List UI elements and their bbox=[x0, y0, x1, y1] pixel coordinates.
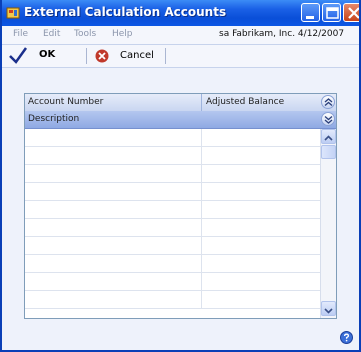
column-divider bbox=[201, 94, 202, 111]
minimize-button[interactable] bbox=[301, 3, 320, 22]
table-row[interactable] bbox=[25, 183, 320, 201]
table-row[interactable] bbox=[25, 165, 320, 183]
grid-header-row: Account Number Adjusted Balance bbox=[25, 94, 336, 112]
toolbar: OK Cancel bbox=[2, 45, 359, 68]
title-bar[interactable]: External Calculation Accounts bbox=[2, 0, 359, 26]
scroll-down-icon bbox=[324, 308, 333, 314]
collapse-button[interactable] bbox=[321, 95, 335, 109]
grid-header-row-2: Description bbox=[25, 111, 336, 129]
maximize-button[interactable] bbox=[322, 3, 341, 22]
table-row[interactable] bbox=[25, 273, 320, 291]
table-row[interactable] bbox=[25, 291, 320, 309]
toolbar-separator bbox=[165, 48, 166, 64]
table-row[interactable] bbox=[25, 219, 320, 237]
menu-help[interactable]: Help bbox=[112, 29, 133, 39]
grid-body bbox=[25, 129, 320, 318]
column-header-account-number[interactable]: Account Number bbox=[28, 97, 103, 107]
scroll-up-icon bbox=[324, 135, 333, 141]
ok-button[interactable]: OK bbox=[6, 47, 76, 65]
app-icon bbox=[6, 7, 20, 19]
cancel-button[interactable]: Cancel bbox=[92, 47, 162, 65]
company-info: sa Fabrikam, Inc. 4/12/2007 bbox=[219, 29, 345, 39]
menu-edit[interactable]: Edit bbox=[43, 29, 60, 39]
cancel-icon bbox=[95, 49, 109, 63]
ok-label: OK bbox=[39, 49, 56, 60]
expand-button[interactable] bbox=[321, 112, 335, 126]
toolbar-separator bbox=[86, 48, 87, 64]
table-row[interactable] bbox=[25, 129, 320, 147]
maximize-icon bbox=[326, 7, 339, 19]
menu-bar: File Edit Tools Help sa Fabrikam, Inc. 4… bbox=[2, 26, 359, 45]
table-row[interactable] bbox=[25, 201, 320, 219]
external-calculation-accounts-window: External Calculation Accounts File Edit … bbox=[0, 0, 361, 352]
table-row[interactable] bbox=[25, 237, 320, 255]
scroll-thumb[interactable] bbox=[321, 145, 336, 159]
vertical-scrollbar[interactable] bbox=[320, 129, 336, 318]
scroll-up-button[interactable] bbox=[321, 129, 336, 144]
column-header-description[interactable]: Description bbox=[28, 114, 79, 124]
accounts-grid[interactable]: Account Number Adjusted Balance Descript… bbox=[24, 93, 337, 319]
minimize-icon bbox=[306, 16, 314, 19]
table-row[interactable] bbox=[25, 147, 320, 165]
checkmark-icon bbox=[9, 47, 28, 64]
close-button[interactable] bbox=[343, 3, 359, 22]
expand-icon bbox=[324, 116, 333, 124]
help-icon[interactable] bbox=[340, 331, 353, 344]
close-icon bbox=[348, 7, 359, 19]
menu-tools[interactable]: Tools bbox=[74, 29, 96, 39]
menu-file[interactable]: File bbox=[13, 29, 28, 39]
collapse-icon bbox=[324, 98, 333, 106]
table-row[interactable] bbox=[25, 255, 320, 273]
column-header-adjusted-balance[interactable]: Adjusted Balance bbox=[206, 97, 284, 107]
scroll-down-button[interactable] bbox=[321, 301, 336, 316]
cancel-label: Cancel bbox=[120, 50, 154, 61]
window-title: External Calculation Accounts bbox=[24, 5, 227, 19]
